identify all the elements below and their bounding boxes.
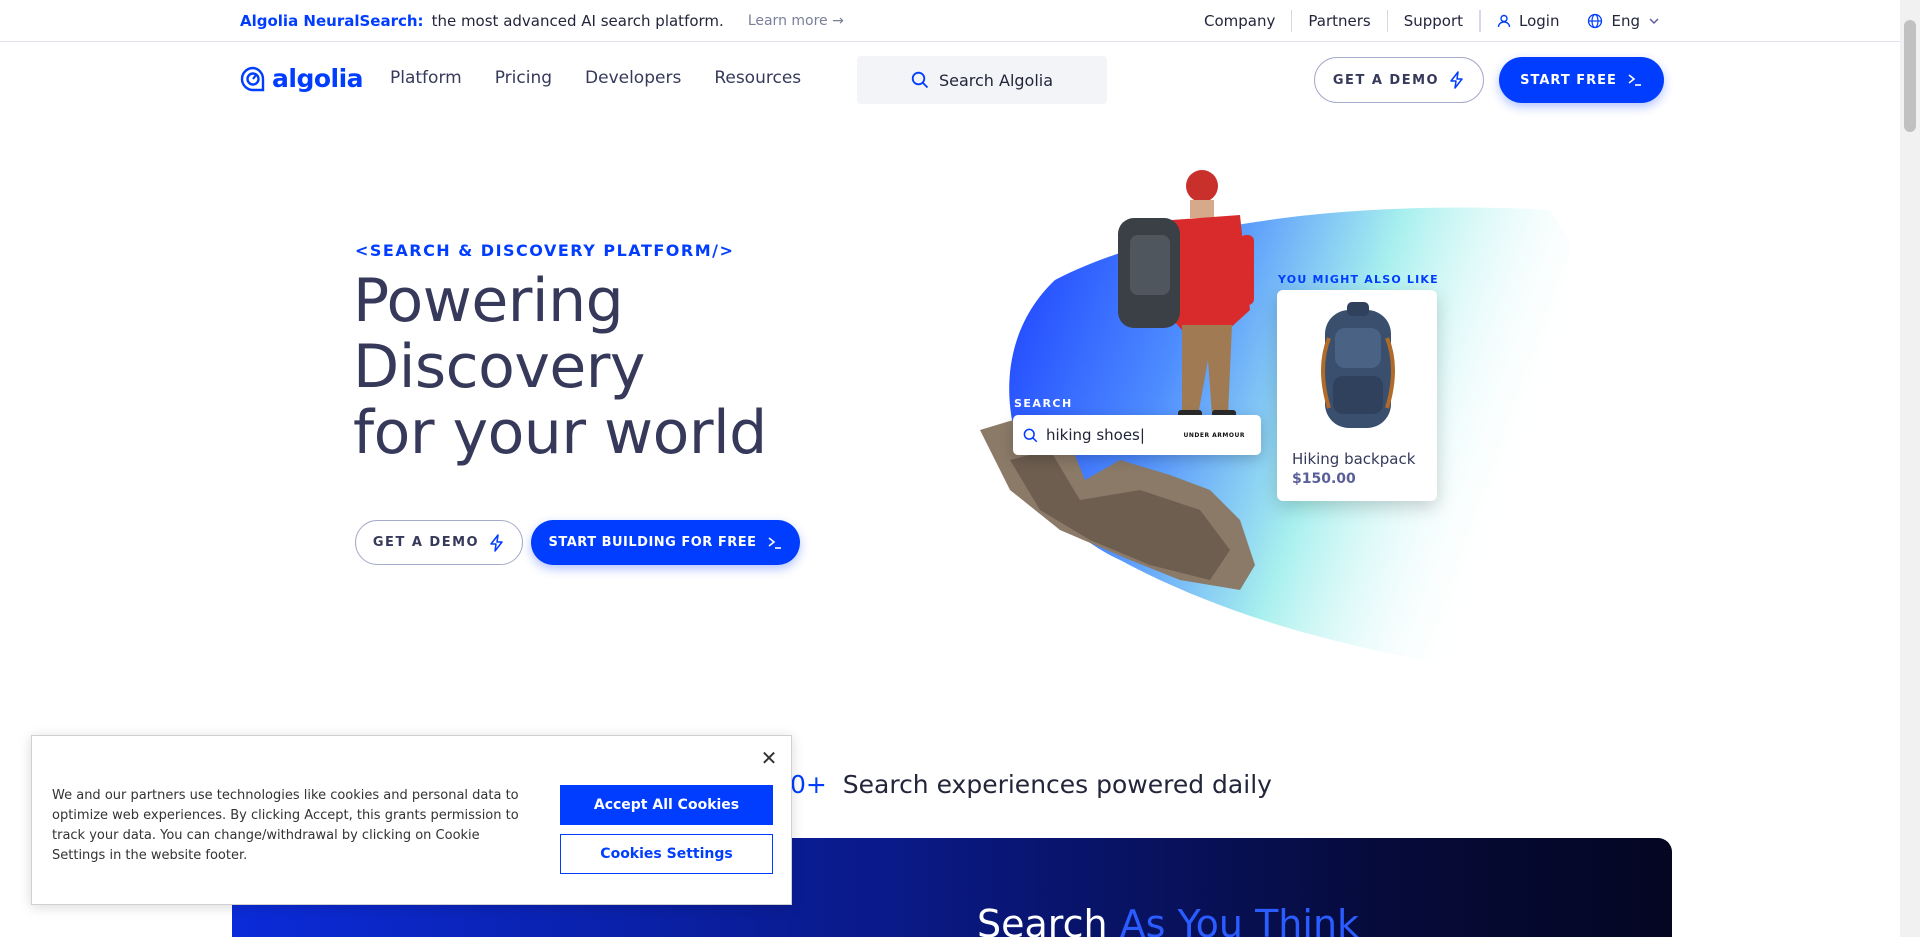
announcement-brand[interactable]: Algolia NeuralSearch: xyxy=(240,12,424,30)
nav-pricing[interactable]: Pricing xyxy=(495,68,552,88)
nav-platform[interactable]: Platform xyxy=(390,68,462,88)
utility-nav: Company Partners Support Login Eng xyxy=(1188,0,1660,41)
you-might-also-like-label: YOU MIGHT ALSO LIKE xyxy=(1278,273,1439,286)
search-icon xyxy=(1023,428,1038,442)
language-selector[interactable]: Eng xyxy=(1575,12,1660,30)
algolia-logo[interactable]: algolia xyxy=(240,64,364,93)
utility-link-support[interactable]: Support xyxy=(1388,9,1481,32)
stats-line: 0+ Search experiences powered daily xyxy=(790,770,1272,799)
primary-nav-links: Platform Pricing Developers Resources xyxy=(390,68,801,88)
announcement-bar: Algolia NeuralSearch: the most advanced … xyxy=(0,0,1900,42)
learn-more-link[interactable]: Learn more → xyxy=(748,13,844,29)
cookie-message: We and our partners use technologies lik… xyxy=(52,788,519,863)
banner-title: Search As You Think xyxy=(977,902,1359,937)
terminal-icon xyxy=(1628,74,1641,86)
lightning-icon xyxy=(1450,71,1463,89)
under-armour-logo: UNDER ARMOUR xyxy=(1183,431,1245,439)
scrollbar-thumb[interactable] xyxy=(1904,20,1916,132)
language-label: Eng xyxy=(1611,11,1640,30)
user-icon xyxy=(1497,14,1511,27)
hero-get-demo-label: GET A DEMO xyxy=(372,535,480,550)
get-demo-label: GET A DEMO xyxy=(1332,72,1440,88)
nav-developers[interactable]: Developers xyxy=(585,68,681,88)
main-nav: algolia Platform Pricing Developers Reso… xyxy=(0,42,1900,118)
site-search-button[interactable]: Search Algolia xyxy=(857,56,1107,104)
hero-get-demo-button[interactable]: GET A DEMO xyxy=(355,520,523,565)
art-search-box: hiking shoes| UNDER ARMOUR xyxy=(1013,415,1261,455)
cookies-settings-button[interactable]: Cookies Settings xyxy=(560,834,773,874)
product-price: $150.00 xyxy=(1292,471,1356,487)
search-placeholder: Search Algolia xyxy=(938,70,1054,90)
stats-number: 0+ xyxy=(790,770,827,799)
hero-title-line-3: for your world xyxy=(353,398,767,468)
search-icon xyxy=(911,71,929,89)
algolia-logo-icon xyxy=(240,66,265,91)
page-scrollbar[interactable] xyxy=(1900,0,1920,937)
hero-eyebrow: <SEARCH & DISCOVERY PLATFORM/> xyxy=(355,241,735,260)
hero-title: Powering Discovery for your world xyxy=(353,268,767,466)
get-demo-button[interactable]: GET A DEMO xyxy=(1314,57,1484,103)
start-free-button[interactable]: START FREE xyxy=(1499,57,1664,103)
announcement-text: the most advanced AI search platform. xyxy=(431,11,724,30)
login-link[interactable]: Login xyxy=(1480,9,1575,32)
terminal-icon xyxy=(768,536,781,549)
hero-title-line-1: Powering xyxy=(353,266,624,336)
utility-link-partners[interactable]: Partners xyxy=(1292,9,1388,32)
start-free-label: START FREE xyxy=(1520,72,1617,88)
hero-start-building-label: START BUILDING FOR FREE xyxy=(548,535,757,550)
product-card: Hiking backpack $150.00 xyxy=(1277,290,1437,501)
art-search-query: hiking shoes| xyxy=(1046,426,1145,444)
hero-title-line-2: Discovery xyxy=(353,332,645,402)
lightning-icon xyxy=(490,533,503,552)
stats-text: Search experiences powered daily xyxy=(842,770,1272,799)
login-label: Login xyxy=(1519,11,1560,30)
hero-start-building-button[interactable]: START BUILDING FOR FREE xyxy=(531,520,800,565)
close-icon[interactable]: ✕ xyxy=(757,746,781,770)
banner-title-accent: As You Think xyxy=(1119,902,1360,937)
banner-title-plain: Search xyxy=(977,902,1120,937)
backpack-image xyxy=(1321,302,1395,428)
cookie-consent-dialog: ✕ We and our partners use technologies l… xyxy=(31,735,792,905)
accept-all-cookies-button[interactable]: Accept All Cookies xyxy=(560,785,773,825)
art-search-label: SEARCH xyxy=(1014,397,1073,410)
logo-text: algolia xyxy=(272,64,364,93)
chevron-down-icon xyxy=(1649,17,1659,24)
product-name: Hiking backpack xyxy=(1292,450,1416,468)
nav-resources[interactable]: Resources xyxy=(714,68,801,88)
utility-link-company[interactable]: Company xyxy=(1188,9,1293,32)
globe-icon xyxy=(1588,13,1603,28)
